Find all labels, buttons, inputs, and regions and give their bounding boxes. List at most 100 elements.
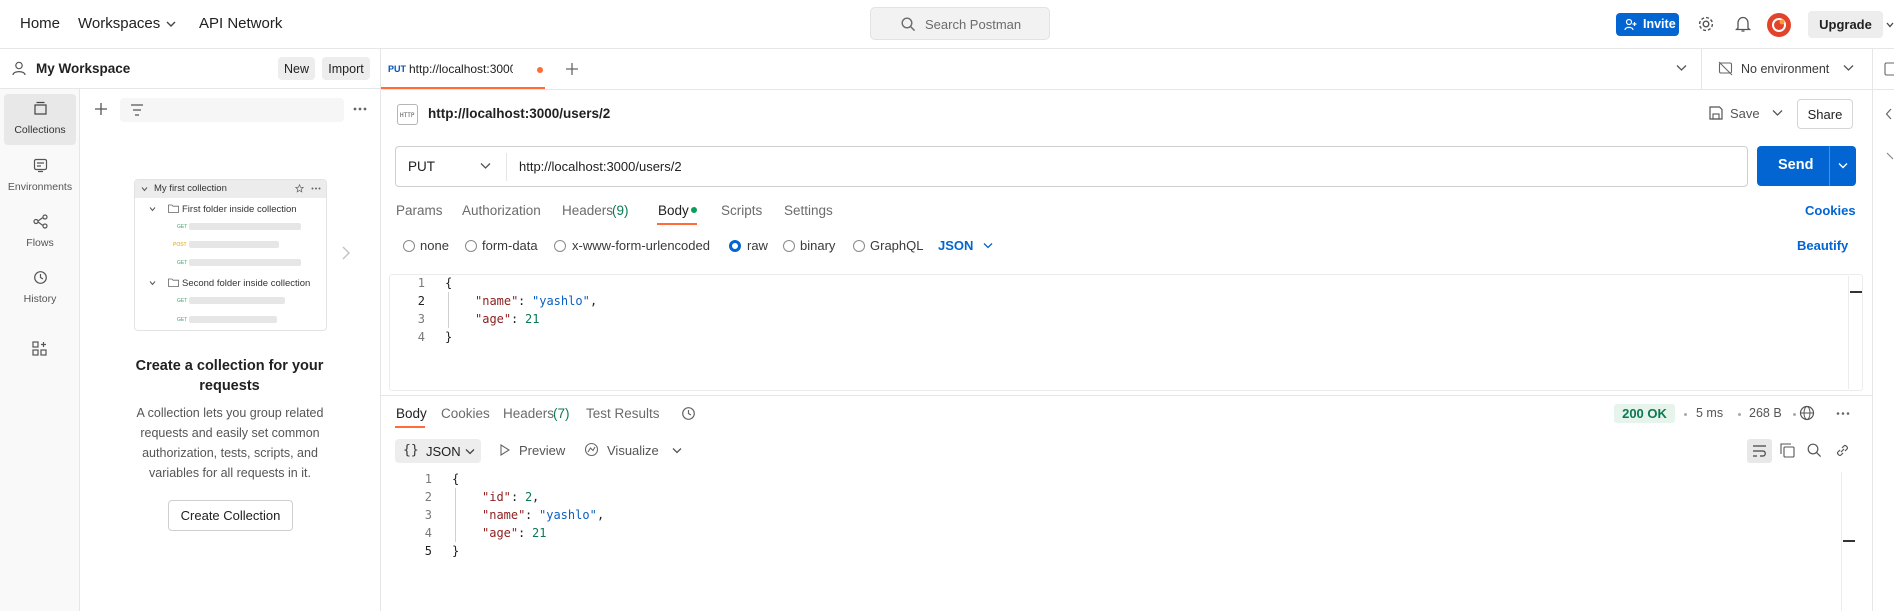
tab-method: PUT [388, 64, 406, 74]
chevron-down-icon[interactable] [166, 19, 176, 29]
copy-icon[interactable] [1780, 443, 1795, 458]
response-divider [381, 395, 1872, 396]
tabs-dropdown-icon[interactable] [1676, 64, 1687, 72]
import-button[interactable]: Import [322, 57, 370, 80]
nav-workspaces[interactable]: Workspaces [78, 15, 160, 32]
more-icon [311, 187, 321, 190]
nav-api-network[interactable]: API Network [199, 15, 282, 32]
request-body-editor[interactable] [389, 274, 1863, 391]
no-environment-icon [1718, 61, 1733, 76]
save-icon[interactable] [1709, 106, 1723, 120]
tab-settings[interactable]: Settings [784, 203, 833, 218]
code-colon: : [511, 312, 519, 326]
new-tab-icon[interactable] [565, 62, 579, 76]
environment-quick-look-icon[interactable] [1884, 62, 1894, 76]
tab-body[interactable]: Body [658, 203, 689, 218]
radio-form-data[interactable] [465, 240, 477, 252]
chevron-down-icon[interactable] [480, 162, 491, 170]
headers-count: (9) [612, 203, 629, 218]
rail-item-flows[interactable]: Flows [4, 207, 76, 258]
response-format-selector[interactable]: {} JSON [395, 439, 481, 463]
send-button[interactable]: Send [1757, 146, 1856, 186]
request-name[interactable]: http://localhost:3000/users/2 [428, 106, 610, 121]
response-tab-cookies[interactable]: Cookies [441, 406, 490, 421]
code-comma: , [590, 294, 598, 308]
new-button[interactable]: New [278, 57, 315, 80]
code-value: "yashlo" [539, 508, 597, 522]
preview-button[interactable]: Preview [519, 443, 565, 458]
globe-icon[interactable] [1799, 405, 1815, 421]
rail-item-collections[interactable]: Collections [4, 94, 76, 145]
more-options-icon[interactable] [352, 106, 368, 112]
tabbar-border [381, 89, 1894, 90]
chevron-down-icon[interactable] [1843, 64, 1854, 72]
bell-icon[interactable] [1735, 15, 1751, 33]
format-selector[interactable]: JSON [938, 238, 973, 253]
search-input[interactable]: Search Postman [870, 7, 1050, 40]
tab-params[interactable]: Params [396, 203, 443, 218]
radio-binary[interactable] [783, 240, 795, 252]
environment-selector[interactable]: No environment [1741, 62, 1829, 76]
tab-authorization[interactable]: Authorization [462, 203, 541, 218]
invite-button[interactable]: Invite [1616, 13, 1679, 36]
response-scrollbar[interactable] [1841, 472, 1855, 611]
search-icon[interactable] [1807, 443, 1822, 458]
upgrade-button[interactable]: Upgrade [1808, 11, 1883, 38]
save-button[interactable]: Save [1730, 106, 1760, 121]
environments-icon [33, 158, 48, 173]
workspace-name[interactable]: My Workspace [36, 61, 130, 76]
comments-icon[interactable] [1886, 152, 1894, 164]
cookies-link[interactable]: Cookies [1805, 203, 1856, 218]
link-icon[interactable] [1835, 443, 1850, 458]
create-collection-button[interactable]: Create Collection [168, 500, 293, 531]
code-value: 21 [525, 312, 540, 326]
radio-graphql[interactable] [853, 240, 865, 252]
tab-headers[interactable]: Headers [562, 203, 613, 218]
send-options-icon[interactable] [1838, 162, 1848, 170]
method-selector[interactable]: PUT [408, 159, 435, 174]
add-icon[interactable] [94, 102, 108, 116]
upgrade-label: Upgrade [1819, 17, 1872, 32]
tab-scripts[interactable]: Scripts [721, 203, 762, 218]
radio-urlencoded[interactable] [554, 240, 566, 252]
line-number: 4 [424, 526, 432, 540]
wrap-lines-button[interactable] [1747, 439, 1772, 463]
editor-scrollbar[interactable] [1848, 276, 1862, 389]
collection-search-input[interactable] [120, 98, 344, 122]
save-dropdown-icon[interactable] [1772, 109, 1783, 117]
history-icon[interactable] [681, 406, 696, 421]
response-size: 268 B [1749, 406, 1782, 420]
rail-item-history[interactable]: History [4, 263, 76, 314]
chevron-down-icon[interactable] [983, 242, 993, 249]
status-text: 200 OK [1622, 406, 1667, 421]
response-tab-test-results[interactable]: Test Results [586, 406, 660, 421]
nav-home[interactable]: Home [20, 15, 60, 32]
filter-icon [130, 104, 144, 116]
rail-item-environments[interactable]: Environments [4, 151, 76, 202]
more-options-icon[interactable] [1836, 411, 1850, 416]
gear-icon[interactable] [1697, 15, 1715, 33]
svg-text:HTTP: HTTP [400, 112, 415, 119]
avatar[interactable] [1767, 13, 1791, 37]
response-tab-headers[interactable]: Headers [503, 406, 554, 421]
wrap-icon [1752, 444, 1767, 458]
skeleton-line [189, 223, 301, 230]
collapse-right-icon[interactable] [1885, 108, 1892, 120]
upgrade-chevron-icon[interactable] [1886, 20, 1894, 30]
configure-workbench-icon[interactable] [32, 341, 47, 356]
collection-preview-card: My first collection First folder inside … [134, 179, 327, 331]
right-panel-divider [1872, 49, 1873, 611]
visualize-button[interactable]: Visualize [607, 443, 659, 458]
method-label: GET [177, 260, 188, 266]
response-tab-body[interactable]: Body [396, 406, 427, 421]
chevron-down-icon [149, 206, 156, 212]
url-input[interactable]: http://localhost:3000/users/2 [519, 159, 682, 174]
new-label: New [283, 61, 309, 76]
radio-none[interactable] [403, 240, 415, 252]
share-button[interactable]: Share [1797, 99, 1853, 129]
radio-raw[interactable] [729, 240, 741, 252]
method-divider [506, 153, 507, 181]
request-tab[interactable]: PUT http://localhost:3000/us [381, 49, 545, 89]
beautify-link[interactable]: Beautify [1797, 238, 1848, 253]
chevron-down-icon[interactable] [672, 447, 682, 454]
